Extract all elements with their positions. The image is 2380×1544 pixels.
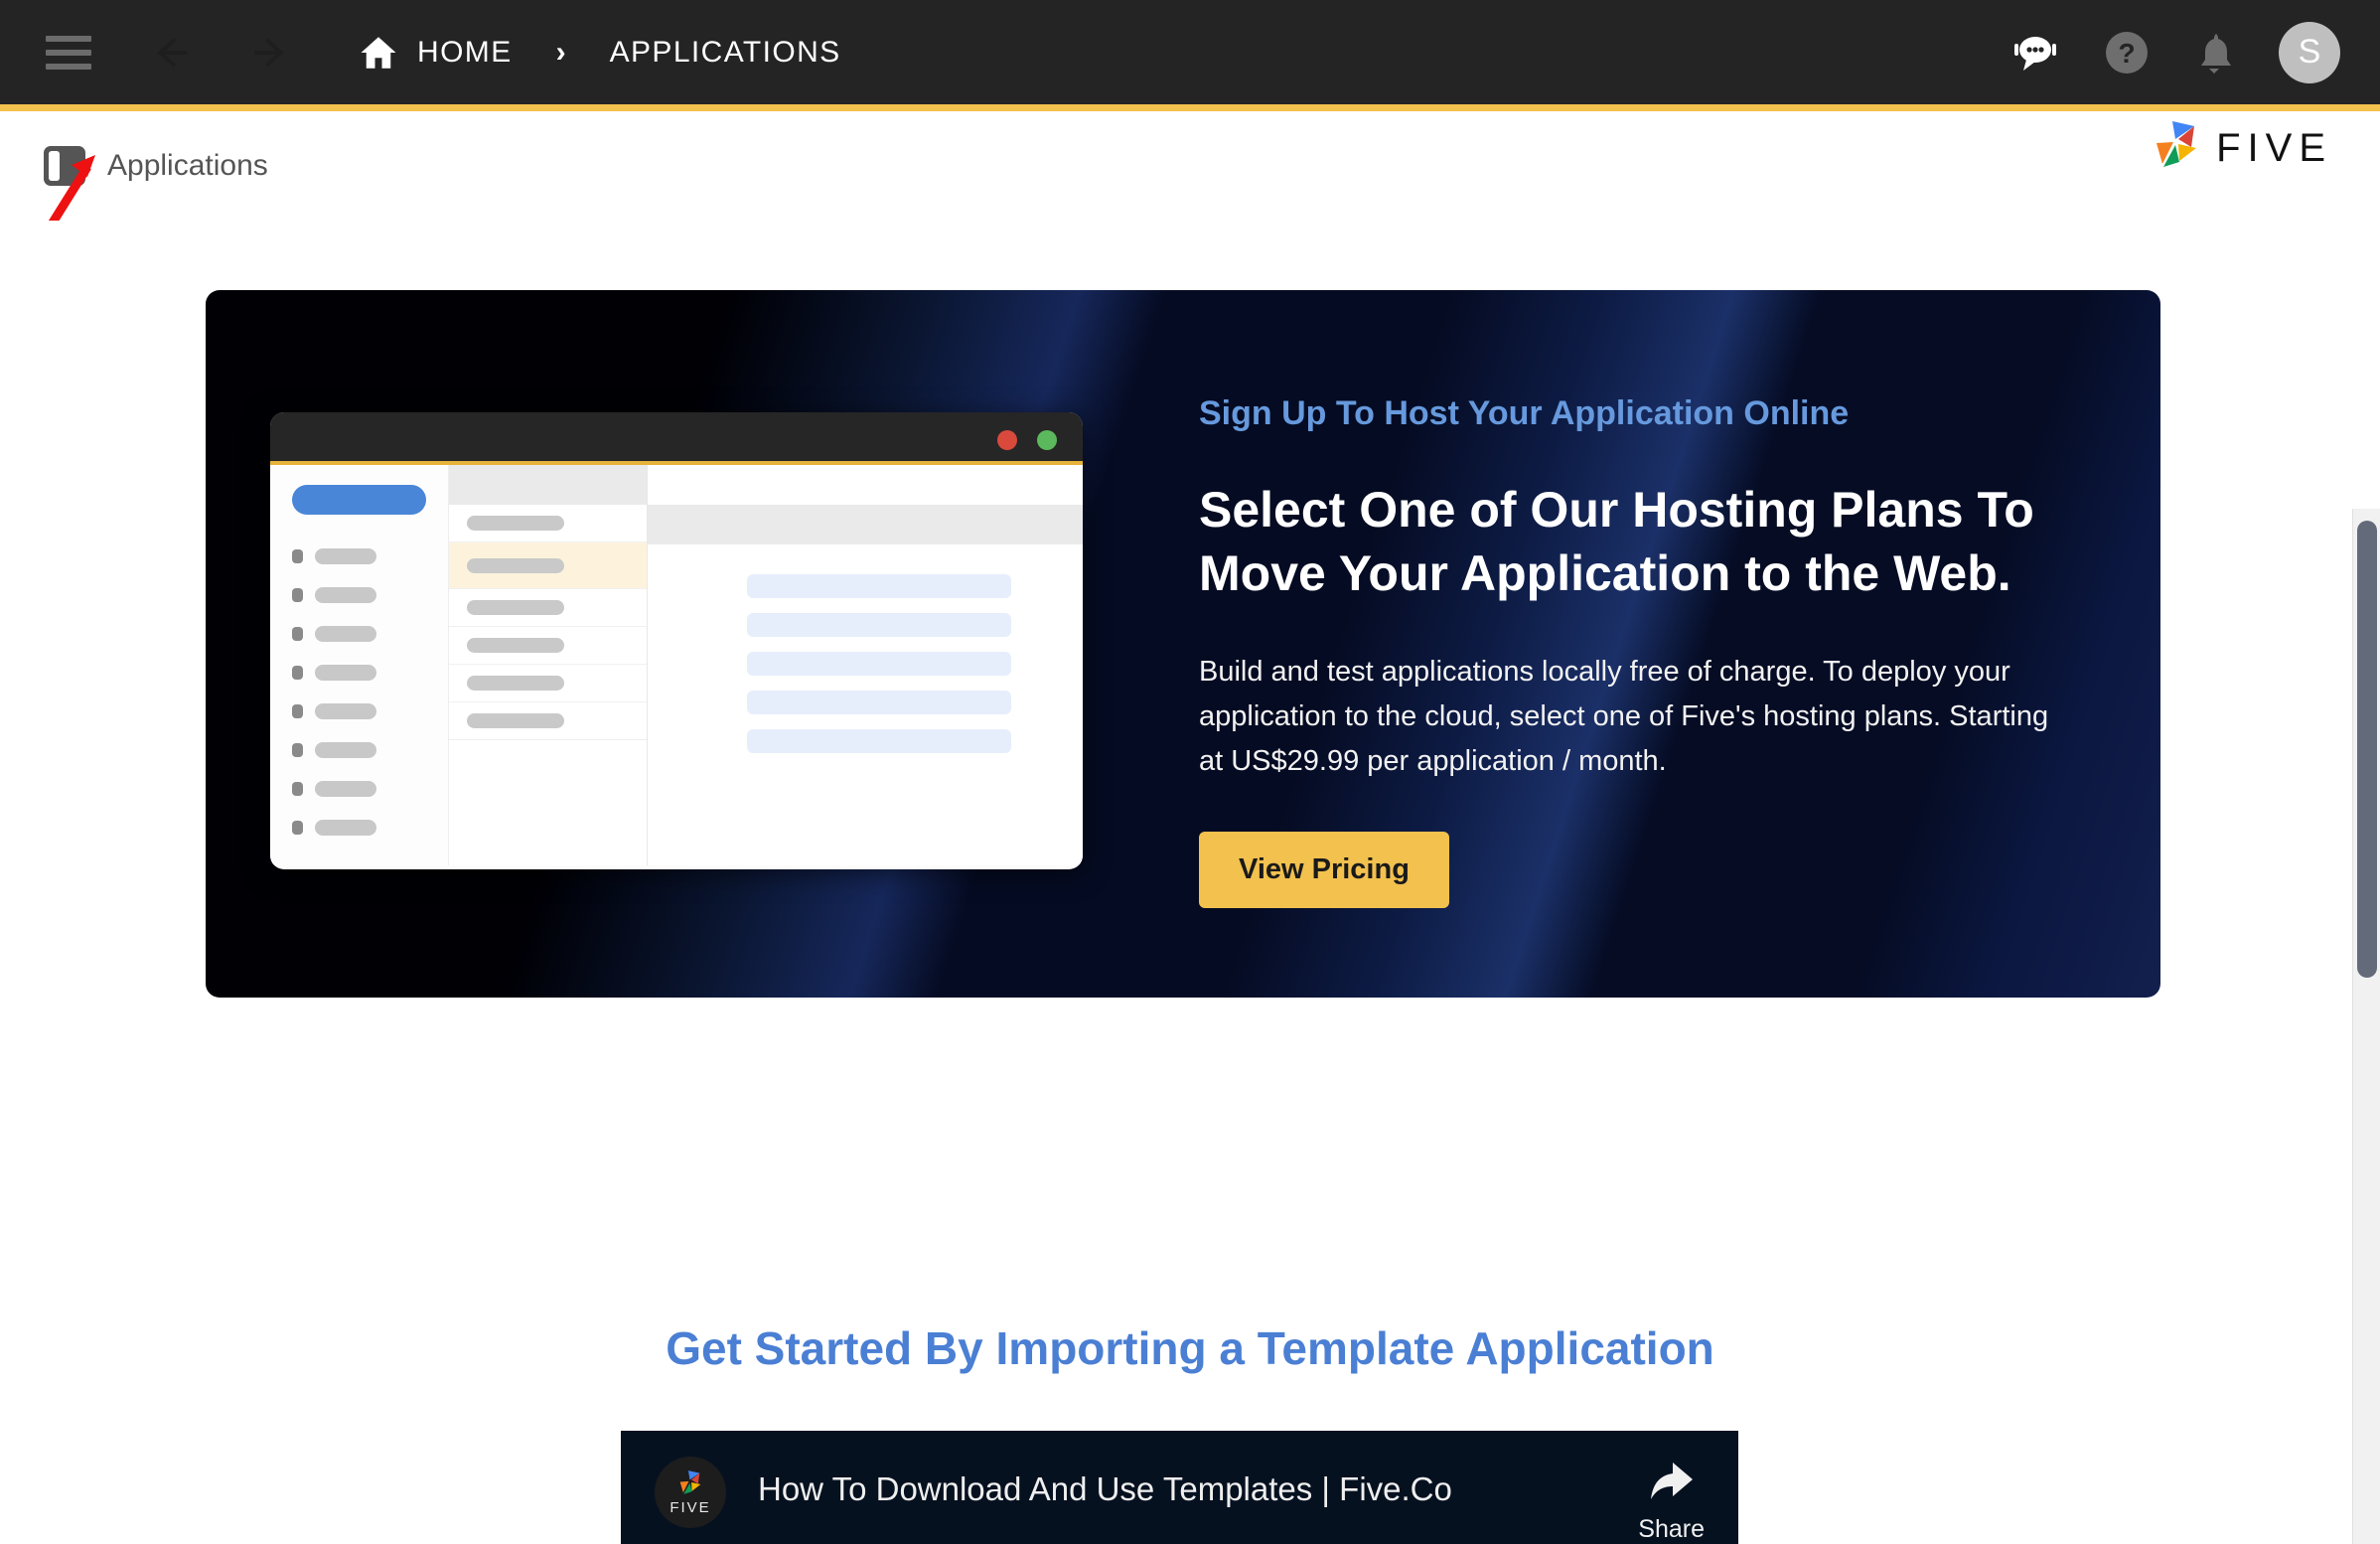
banner-heading: Select One of Our Hosting Plans To Move … — [1199, 478, 2053, 605]
mockup-maximize-dot — [1037, 430, 1057, 450]
mockup-detail-header — [648, 505, 1083, 544]
vertical-scroll-thumb[interactable] — [2357, 521, 2377, 978]
mockup-list-row — [449, 505, 647, 542]
banner-kicker: Sign Up To Host Your Application Online — [1199, 394, 1850, 432]
mockup-list-row — [449, 589, 647, 627]
breadcrumb-item-home[interactable]: HOME — [417, 36, 513, 70]
breadcrumb: HOME › APPLICATIONS — [358, 32, 841, 74]
share-label: Share — [1638, 1515, 1705, 1543]
mockup-sidebar-item — [292, 665, 448, 681]
five-pinwheel-logo-icon — [2147, 117, 2206, 180]
mockup-list-header — [449, 465, 647, 505]
channel-avatar-label: FIVE — [669, 1499, 711, 1516]
hosting-promo-banner: Sign Up To Host Your Application Online … — [206, 290, 2160, 998]
mockup-sidebar-item — [292, 548, 448, 564]
mockup-sidebar-item — [292, 781, 448, 797]
accent-divider — [0, 104, 2380, 111]
banner-heading-line2: Move Your Application to the Web. — [1199, 545, 2011, 601]
mockup-sidebar-button — [292, 485, 426, 515]
mockup-detail-field — [747, 652, 1011, 676]
topbar-actions: ? S — [2010, 0, 2340, 104]
video-header: FIVE How To Download And Use Templates |… — [621, 1431, 1738, 1544]
brand-logo: FIVE — [2147, 117, 2332, 180]
mockup-sidebar-item — [292, 742, 448, 758]
mockup-sidebar-item — [292, 703, 448, 719]
mockup-detail-field — [747, 691, 1011, 714]
banner-paragraph: Build and test applications locally free… — [1199, 656, 2049, 777]
mockup-sidebar-item — [292, 587, 448, 603]
mockup-list-row — [449, 702, 647, 740]
brand-wordmark: FIVE — [2216, 126, 2332, 170]
panel-layout-icon — [44, 146, 85, 186]
mockup-sidebar-item — [292, 626, 448, 642]
mockup-list-row — [449, 627, 647, 665]
mockup-list-row — [449, 665, 647, 702]
mockup-close-dot — [997, 430, 1017, 450]
avatar-initial: S — [2298, 33, 2321, 71]
mockup-detail-field — [747, 613, 1011, 637]
banner-heading-line1: Select One of Our Hosting Plans To — [1199, 482, 2034, 538]
tab-applications-label: Applications — [107, 149, 268, 182]
mockup-titlebar — [270, 412, 1083, 465]
youtube-video-embed[interactable]: FIVE How To Download And Use Templates |… — [621, 1431, 1738, 1544]
help-circle-icon[interactable]: ? — [2104, 30, 2150, 76]
share-arrow-icon — [1650, 1463, 1693, 1499]
main-content: Sign Up To Host Your Application Online … — [0, 221, 2380, 1544]
vertical-scrollbar[interactable] — [2352, 509, 2380, 1544]
mockup-body — [270, 465, 1083, 865]
share-button[interactable]: Share — [1638, 1459, 1705, 1544]
mockup-sidebar — [270, 465, 449, 865]
mockup-list-row-selected — [449, 542, 647, 589]
avatar[interactable]: S — [2279, 21, 2340, 83]
hamburger-menu-icon[interactable] — [46, 35, 91, 70]
tab-applications[interactable]: Applications — [44, 146, 268, 186]
video-title[interactable]: How To Download And Use Templates | Five… — [758, 1470, 1618, 1508]
arrow-right-icon[interactable] — [248, 30, 294, 76]
top-navigation-bar: HOME › APPLICATIONS ? S — [0, 0, 2380, 104]
mockup-sidebar-item — [292, 820, 448, 836]
view-pricing-button[interactable]: View Pricing — [1199, 831, 1449, 908]
app-mockup-illustration — [270, 412, 1083, 869]
hamburger-line — [46, 63, 91, 70]
hamburger-line — [46, 49, 91, 56]
bell-icon[interactable] — [2193, 30, 2235, 76]
section-heading: Get Started By Importing a Template Appl… — [666, 1322, 1714, 1374]
banner-copy: Sign Up To Host Your Application Online … — [1199, 290, 2053, 908]
channel-avatar[interactable]: FIVE — [655, 1457, 726, 1528]
svg-text:?: ? — [2118, 38, 2135, 69]
home-icon[interactable] — [358, 32, 399, 74]
mockup-detail-field — [747, 574, 1011, 598]
mockup-list-column — [449, 465, 648, 865]
breadcrumb-item-applications[interactable]: APPLICATIONS — [610, 36, 841, 70]
chatbot-icon[interactable] — [2010, 31, 2060, 75]
tab-strip: Applications — [0, 111, 2380, 221]
mockup-detail-column — [648, 465, 1083, 865]
mockup-detail-field — [747, 729, 1011, 753]
chevron-right-icon: › — [555, 35, 566, 69]
arrow-left-icon[interactable] — [147, 30, 193, 76]
hamburger-line — [46, 35, 91, 42]
